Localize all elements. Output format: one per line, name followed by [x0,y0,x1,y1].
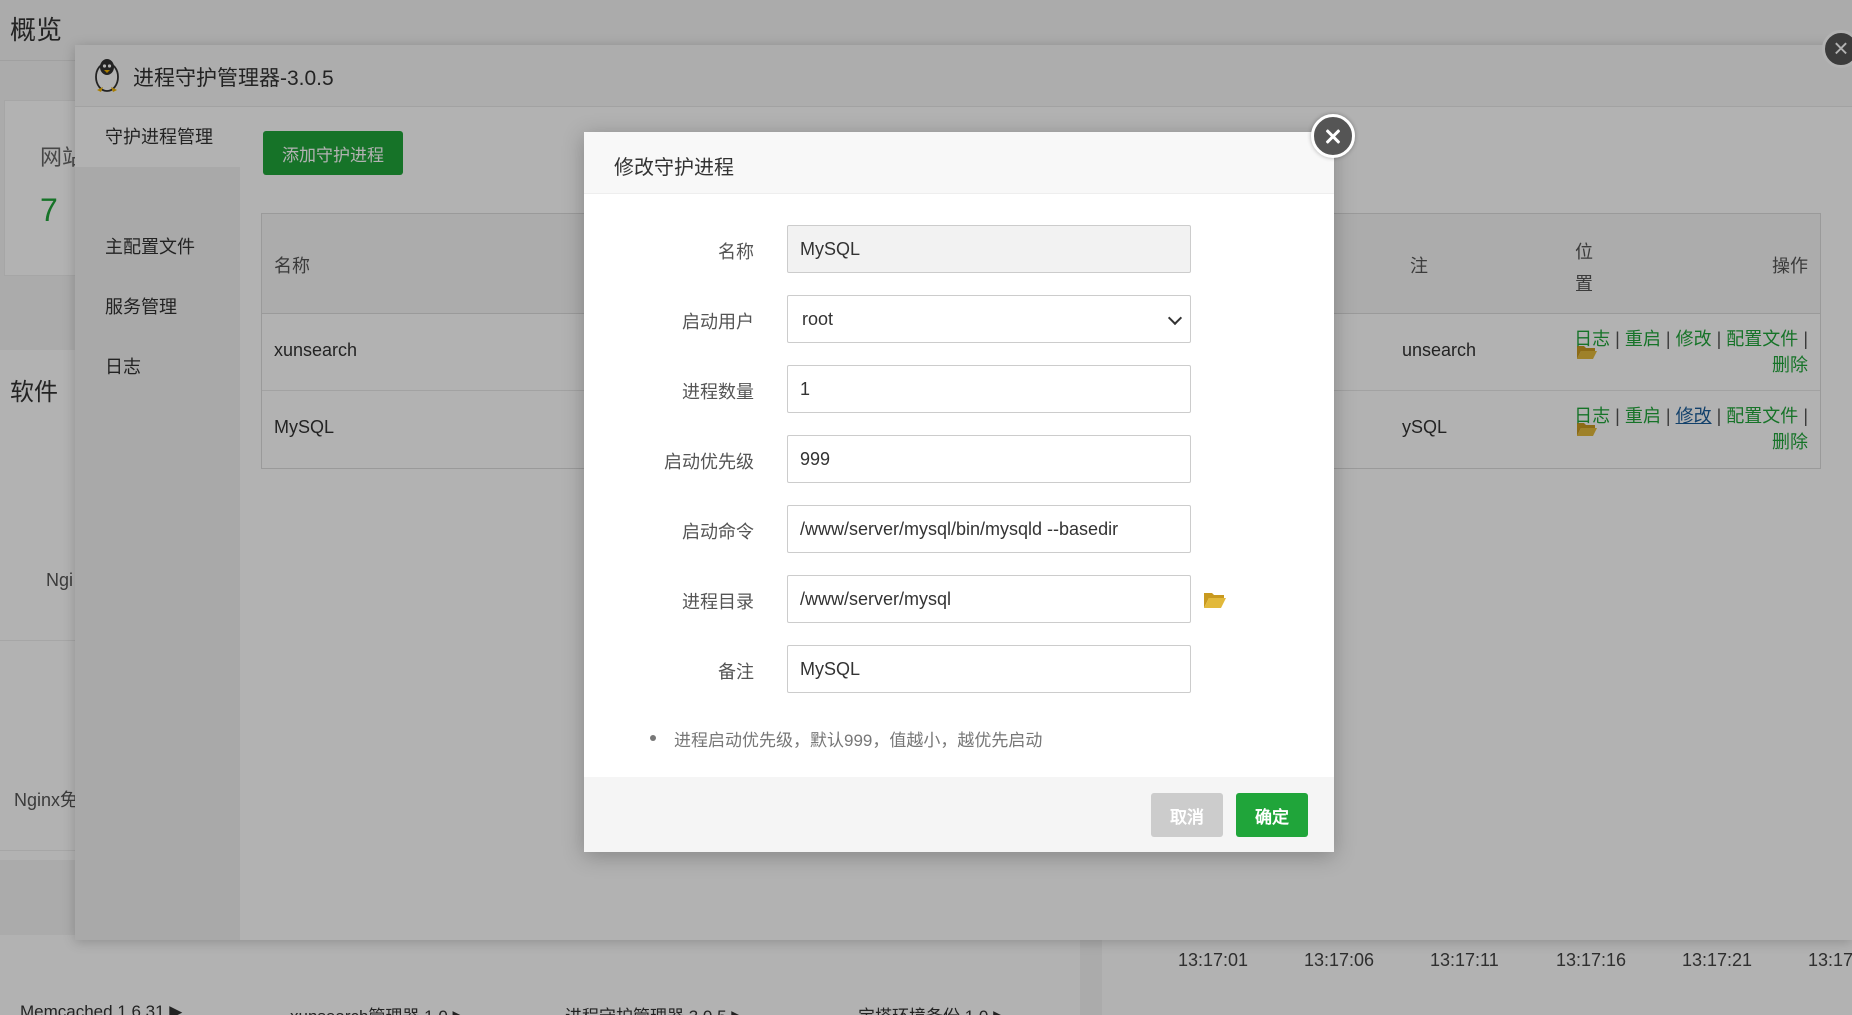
start-command-label: 启动命令 [682,522,754,542]
name-field[interactable] [787,225,1191,273]
bullet-icon [650,735,656,741]
chevron-down-icon [1167,310,1183,326]
folder-open-icon[interactable] [1203,591,1227,609]
process-count-field[interactable] [787,365,1191,413]
process-dir-label: 进程目录 [682,592,754,612]
start-user-value: root [802,309,834,329]
start-user-select[interactable]: root [787,295,1191,343]
remark-label: 备注 [718,662,754,682]
close-icon[interactable] [1311,114,1355,158]
confirm-button[interactable]: 确定 [1236,793,1308,837]
priority-field[interactable] [787,435,1191,483]
process-dir-field[interactable] [787,575,1191,623]
priority-label: 启动优先级 [664,452,754,472]
dialog-title: 修改守护进程 [614,157,734,179]
cancel-button[interactable]: 取消 [1151,793,1223,837]
name-label: 名称 [718,242,754,262]
priority-tip: 进程启动优先级，默认999，值越小，越优先启动 [674,731,1043,750]
dialog-header: 修改守护进程 [584,132,1334,194]
remark-field[interactable] [787,645,1191,693]
edit-daemon-dialog: 修改守护进程 名称 启动用户 root 进程数量 启动优先级 启动命令 进程目录… [584,132,1334,852]
start-user-label: 启动用户 [682,312,754,332]
start-command-field[interactable] [787,505,1191,553]
process-count-label: 进程数量 [682,382,754,402]
